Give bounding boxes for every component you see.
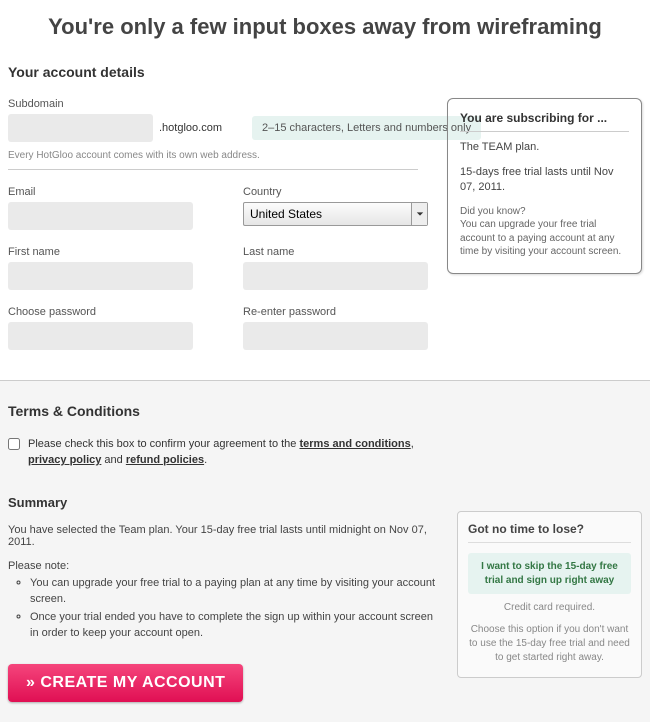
subscribe-plan: The TEAM plan. [460,140,629,155]
summary-line: You have selected the Team plan. Your 15… [8,524,428,548]
skip-box: Got no time to lose? I want to skip the … [457,511,642,678]
subdomain-suffix: .hotgloo.com [159,122,222,134]
create-account-button[interactable]: » CREATE MY ACCOUNT [8,664,243,702]
account-details-section: Your account details Subdomain .hotgloo.… [0,64,650,380]
terms-title: Terms & Conditions [8,403,642,419]
subscribe-title: You are subscribing for ... [460,111,629,132]
lastname-input[interactable] [243,262,428,290]
terms-checkbox[interactable] [8,438,20,450]
terms-text: Please check this box to confirm your ag… [28,437,428,469]
page-title: You're only a few input boxes away from … [0,0,650,64]
repassword-input[interactable] [243,322,428,350]
skip-description: Choose this option if you don't want to … [468,623,631,665]
firstname-input[interactable] [8,262,193,290]
terms-link[interactable]: terms and conditions [299,438,410,450]
lastname-label: Last name [243,246,428,258]
email-input[interactable] [8,202,193,230]
bottom-section: Terms & Conditions Please check this box… [0,380,650,722]
subdomain-helper-text: Every HotGloo account comes with its own… [8,150,418,170]
email-label: Email [8,186,193,198]
country-select[interactable]: United States [243,202,428,226]
didyouknow-text: You can upgrade your free trial account … [460,218,629,259]
privacy-link[interactable]: privacy policy [28,454,101,466]
subscribe-trial: 15-days free trial lasts until Nov 07, 2… [460,165,629,195]
repassword-label: Re-enter password [243,306,428,318]
subdomain-input[interactable] [8,114,153,142]
skip-title: Got no time to lose? [468,522,631,543]
password-input[interactable] [8,322,193,350]
didyouknow-label: Did you know? [460,205,629,219]
note-item: You can upgrade your free trial to a pay… [30,576,438,608]
skip-trial-button[interactable]: I want to skip the 15-day free trial and… [468,553,631,594]
firstname-label: First name [8,246,193,258]
summary-title: Summary [8,495,642,510]
password-label: Choose password [8,306,193,318]
note-list: You can upgrade your free trial to a pay… [8,576,438,642]
note-item: Once your trial ended you have to comple… [30,610,438,642]
country-label: Country [243,186,428,198]
subscribe-info-box: You are subscribing for ... The TEAM pla… [447,98,642,274]
refund-link[interactable]: refund policies [126,454,204,466]
cc-required-text: Credit card required. [468,602,631,613]
account-section-title: Your account details [8,64,642,80]
